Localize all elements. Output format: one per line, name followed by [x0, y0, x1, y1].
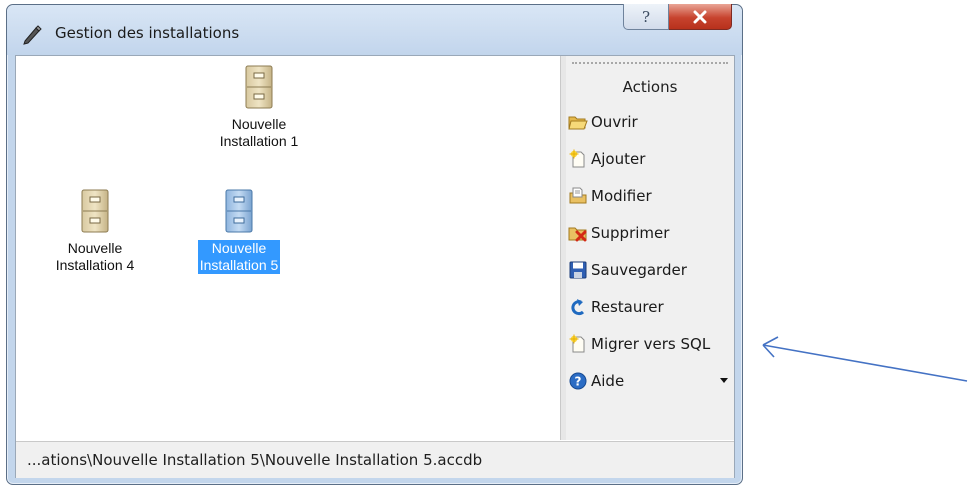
file-cabinet-icon [81, 189, 109, 233]
installations-list[interactable]: Nouvelle Installation 1 Nouvelle Installat… [16, 56, 560, 440]
chevron-down-icon[interactable] [720, 378, 728, 383]
action-restaurer[interactable]: Restaurer [568, 293, 732, 321]
action-supprimer[interactable]: Supprimer [568, 219, 732, 247]
action-migrer-vers-sql[interactable]: Migrer vers SQL [568, 330, 732, 358]
list-item-label: Nouvelle Installation 4 [55, 240, 135, 273]
action-modifier[interactable]: Modifier [568, 182, 732, 210]
title-bar[interactable]: Gestion des installations ? [7, 4, 742, 55]
action-label: Supprimer [591, 224, 670, 242]
list-item-label: Nouvelle Installation 1 [219, 116, 299, 149]
main-window: Gestion des installations ? Nouvelle Ins… [6, 4, 743, 485]
action-sauvegarder[interactable]: Sauvegarder [568, 256, 732, 284]
file-cabinet-icon [245, 65, 273, 109]
close-button[interactable] [669, 4, 732, 30]
caption-buttons: ? [623, 4, 732, 30]
action-label: Modifier [591, 187, 652, 205]
action-label: Ajouter [591, 150, 646, 168]
action-label: Sauvegarder [591, 261, 687, 279]
help-button[interactable]: ? [623, 4, 669, 30]
status-path: ...ations\Nouvelle Installation 5\Nouvel… [27, 451, 483, 469]
list-item[interactable]: Nouvelle Installation 4 [40, 188, 150, 274]
edit-document-icon [569, 187, 587, 204]
status-bar: ...ations\Nouvelle Installation 5\Nouvel… [16, 441, 734, 478]
window-title: Gestion des installations [55, 24, 240, 42]
actions-title: Actions [622, 78, 678, 96]
pane-grip[interactable] [572, 62, 728, 64]
help-circle-icon: ? [569, 372, 587, 390]
annotation-arrow-icon [762, 336, 968, 382]
restore-arrow-icon [571, 299, 585, 316]
save-floppy-icon [569, 261, 587, 279]
list-item-selected[interactable]: Nouvelle Installation 5 [184, 188, 294, 274]
action-ajouter[interactable]: Ajouter [568, 145, 732, 173]
list-item[interactable]: Nouvelle Installation 1 [204, 64, 314, 150]
new-document-icon [569, 149, 585, 168]
action-aide[interactable]: ? Aide [568, 367, 732, 395]
action-ouvrir[interactable]: Ouvrir [568, 108, 732, 136]
open-folder-icon [568, 116, 588, 130]
file-cabinet-icon [225, 189, 253, 233]
close-icon [693, 10, 707, 23]
list-item-label: Nouvelle Installation 5 [197, 240, 281, 274]
new-document-icon [569, 334, 585, 353]
client-area: Nouvelle Installation 1 Nouvelle Installat… [15, 55, 735, 478]
actions-pane: Actions Ouvrir Ajouter Modifier Supprime… [566, 56, 734, 440]
delete-folder-icon [568, 227, 587, 242]
pencil-icon [23, 25, 42, 45]
action-label: Restaurer [591, 298, 664, 316]
help-icon: ? [641, 7, 651, 26]
action-label: Ouvrir [591, 113, 638, 131]
action-label: Aide [591, 372, 625, 390]
action-label: Migrer vers SQL [591, 335, 711, 353]
svg-text:?: ? [575, 375, 582, 389]
